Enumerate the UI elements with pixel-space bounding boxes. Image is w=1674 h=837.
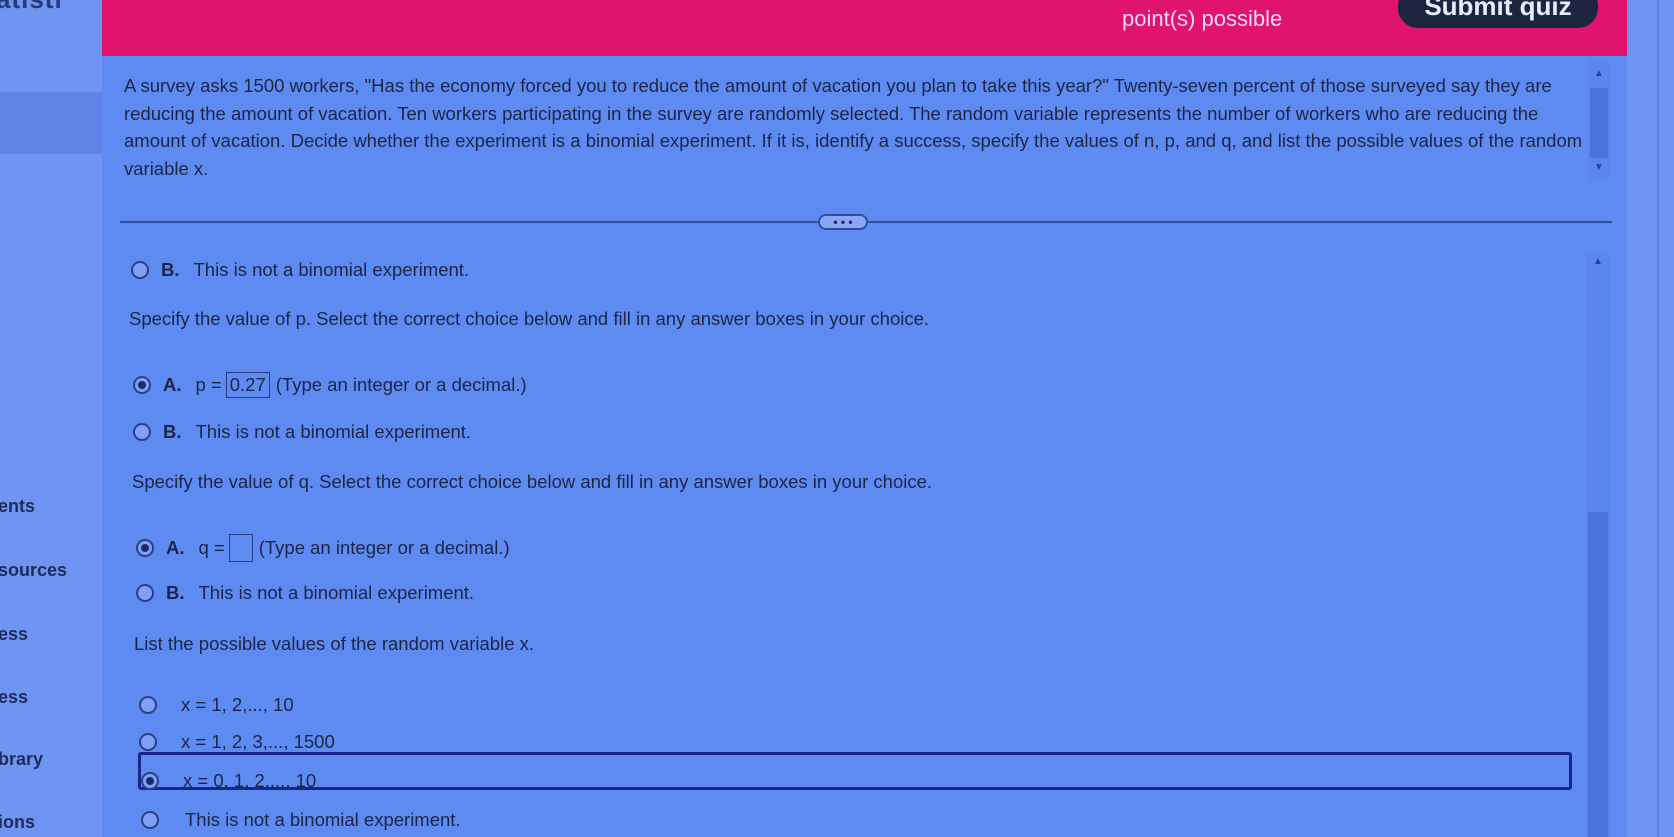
sidebar-highlight	[0, 92, 102, 154]
p-label: p =	[195, 374, 222, 395]
sidebar-item-ess-1[interactable]: ess	[0, 624, 28, 645]
choice-text: x = 1, 2,..., 10	[181, 694, 294, 715]
scroll-thumb[interactable]	[1590, 88, 1608, 158]
option-text: This is not a binomial experiment.	[193, 259, 470, 280]
q-option-a[interactable]: A. q = (Type an integer or a decimal.)	[136, 534, 510, 562]
radio-selected-icon[interactable]	[133, 376, 151, 394]
option-hint: (Type an integer or a decimal.)	[258, 537, 510, 558]
radio-icon[interactable]	[133, 423, 151, 441]
radio-icon[interactable]	[141, 811, 159, 829]
q-answer-box[interactable]	[228, 534, 253, 562]
sidebar-item-sources[interactable]: sources	[0, 560, 67, 581]
p-answer-box[interactable]: 0.27	[225, 372, 270, 398]
sidebar-item-ess-2[interactable]: ess	[0, 687, 28, 708]
right-edge	[1627, 0, 1674, 837]
scroll-up-icon[interactable]: ▲	[1594, 68, 1604, 79]
scroll-thumb[interactable]	[1588, 512, 1608, 837]
choice-text: x = 0, 1, 2,..., 10	[183, 770, 317, 791]
radio-selected-icon[interactable]	[141, 772, 159, 790]
sidebar-title: atistr	[0, 0, 66, 15]
question-text: A survey asks 1500 workers, "Has the eco…	[124, 75, 1583, 179]
choice-text: This is not a binomial experiment.	[185, 809, 461, 830]
option-text: This is not a binomial experiment.	[195, 421, 472, 442]
selected-choice-outline	[138, 752, 1572, 790]
p-instruction: Specify the value of p. Select the corre…	[129, 308, 930, 329]
x-choice-1[interactable]: x = 1, 2,..., 10	[139, 694, 294, 716]
option-hint: (Type an integer or a decimal.)	[275, 374, 527, 395]
edge-line	[1657, 0, 1659, 837]
radio-icon[interactable]	[131, 261, 149, 279]
radio-icon[interactable]	[139, 733, 157, 751]
option-letter: B.	[163, 421, 182, 442]
option-text: This is not a binomial experiment.	[198, 582, 475, 603]
left-sidebar: atistr ents sources ess ess brary ions	[0, 0, 102, 837]
q-option-b[interactable]: B. This is not a binomial experiment.	[136, 582, 474, 604]
points-possible: point(s) possible	[1122, 6, 1283, 31]
q-label: q =	[198, 537, 225, 558]
radio-selected-icon[interactable]	[136, 539, 154, 557]
x-choice-3[interactable]: x = 0, 1, 2,..., 10	[141, 770, 316, 792]
p-option-a[interactable]: A. p = 0.27 (Type an integer or a decima…	[133, 372, 527, 398]
option-letter: B.	[166, 582, 185, 603]
x-instruction: List the possible values of the random v…	[134, 633, 535, 654]
option-letter: B.	[161, 259, 180, 280]
sidebar-item-ions[interactable]: ions	[0, 812, 35, 833]
sidebar-item-ents[interactable]: ents	[0, 496, 35, 517]
x-choice-4[interactable]: This is not a binomial experiment.	[141, 809, 461, 831]
scroll-down-icon[interactable]: ▼	[1594, 162, 1604, 173]
pane-resize-handle[interactable]: • • •	[818, 214, 868, 230]
sidebar-item-brary[interactable]: brary	[0, 749, 43, 770]
choice-text: x = 1, 2, 3,..., 1500	[181, 731, 335, 752]
p-option-b[interactable]: B. This is not a binomial experiment.	[133, 421, 471, 443]
option-letter: A.	[166, 537, 185, 558]
n-option-b[interactable]: B. This is not a binomial experiment.	[131, 259, 469, 281]
submit-quiz-button[interactable]: Submit quiz	[1398, 0, 1598, 28]
x-choice-2[interactable]: x = 1, 2, 3,..., 1500	[139, 731, 335, 753]
q-instruction: Specify the value of q. Select the corre…	[132, 471, 933, 492]
answer-scrollbar[interactable]: ▲	[1586, 252, 1610, 837]
question-scrollbar[interactable]: ▲ ▼	[1588, 60, 1610, 180]
scroll-up-icon[interactable]: ▲	[1593, 256, 1603, 267]
radio-icon[interactable]	[136, 584, 154, 602]
option-letter: A.	[163, 374, 182, 395]
radio-icon[interactable]	[139, 696, 157, 714]
